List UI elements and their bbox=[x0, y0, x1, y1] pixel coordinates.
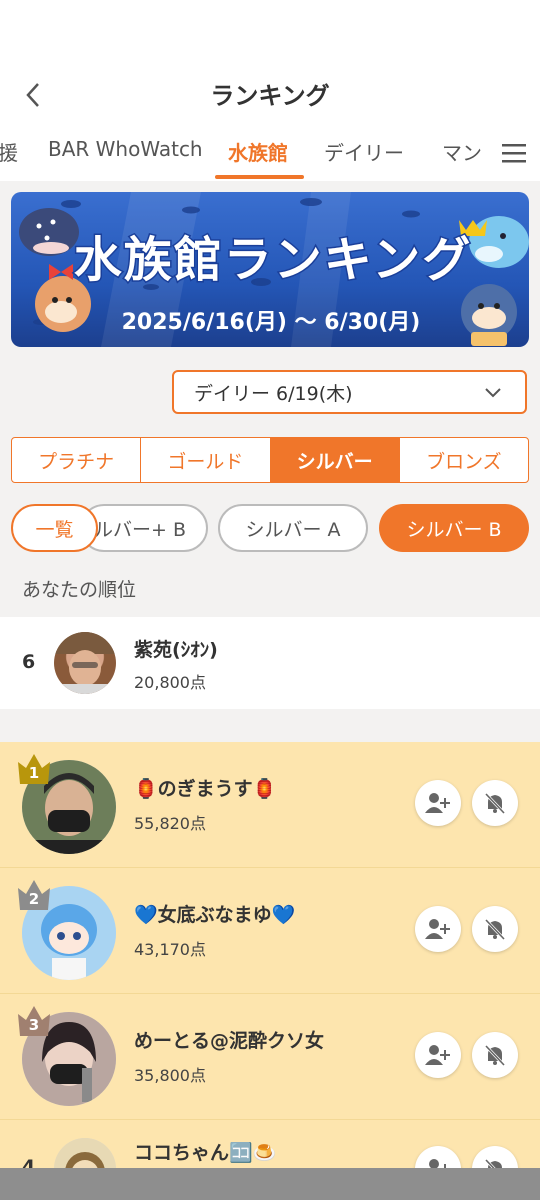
rank-crown-gold: 1 bbox=[16, 752, 52, 786]
tier-gold[interactable]: ゴールド bbox=[141, 438, 271, 482]
active-tab-indicator bbox=[215, 175, 304, 179]
event-banner[interactable]: 水族館ランキング 2025/6/16(月) 〜 6/30(月) bbox=[11, 192, 529, 347]
your-points: 20,800点 bbox=[134, 673, 206, 692]
your-name: 紫苑(ｼｵﾝ) bbox=[134, 639, 218, 661]
ranking-row[interactable]: 2 💙女底ぶなまゆ💙 43,170点 bbox=[0, 868, 540, 994]
banner-date-range: 2025/6/16(月) 〜 6/30(月) bbox=[121, 310, 421, 335]
user-points: 43,170点 bbox=[134, 940, 206, 959]
your-rank-row[interactable]: 6 紫苑(ｼｵﾝ) 20,800点 bbox=[0, 617, 540, 709]
ranking-row[interactable]: 1 🏮のぎまうす🏮 55,820点 bbox=[0, 742, 540, 868]
chip-silver-b-plus[interactable]: シルバー+ B bbox=[80, 504, 208, 552]
rank-number: 2 bbox=[28, 890, 40, 908]
chip-silver-b[interactable]: シルバー B bbox=[379, 504, 529, 552]
follow-button[interactable] bbox=[415, 906, 461, 952]
ranking-row[interactable]: 3 めーとる@泥酔クソ女 35,800点 bbox=[0, 994, 540, 1120]
app-header: ランキング bbox=[0, 0, 540, 125]
bell-off-icon bbox=[484, 918, 506, 941]
ranking-content: 水族館ランキング 2025/6/16(月) 〜 6/30(月) デイリー 6/1… bbox=[0, 181, 540, 1200]
mute-notification-button[interactable] bbox=[472, 780, 518, 826]
subtier-chips: シルバー+ B 一覧 シルバー A シルバー B bbox=[0, 504, 540, 554]
tier-bronze[interactable]: ブロンズ bbox=[400, 438, 528, 482]
date-select-value: デイリー 6/19(木) bbox=[194, 382, 353, 405]
user-name: ココちゃん🈁🍮 bbox=[134, 1142, 277, 1164]
tier-platinum[interactable]: プラチナ bbox=[12, 438, 142, 482]
your-rank-heading: あなたの順位 bbox=[22, 579, 137, 601]
avatar bbox=[54, 632, 116, 694]
rank-number: 3 bbox=[28, 1016, 40, 1034]
user-name: 💙女底ぶなまゆ💙 bbox=[134, 904, 296, 926]
user-name: 🏮のぎまうす🏮 bbox=[134, 778, 277, 800]
category-tabs: 援 BAR WhoWatch 水族館 デイリー マン bbox=[0, 125, 540, 181]
mute-notification-button[interactable] bbox=[472, 1032, 518, 1078]
tab-daily[interactable]: デイリー bbox=[324, 137, 404, 166]
mute-notification-button[interactable] bbox=[472, 906, 518, 952]
rank-number: 1 bbox=[28, 764, 40, 782]
tab-man[interactable]: マン bbox=[442, 137, 482, 166]
add-user-icon bbox=[425, 919, 450, 939]
banner-title: 水族館ランキング bbox=[72, 231, 473, 290]
tier-silver[interactable]: シルバー bbox=[270, 438, 400, 482]
hamburger-menu-icon bbox=[502, 144, 526, 163]
chip-silver-a[interactable]: シルバー A bbox=[218, 504, 368, 552]
menu-button[interactable] bbox=[488, 125, 540, 181]
tier-segmented-control: プラチナ ゴールド シルバー ブロンズ bbox=[11, 437, 529, 483]
tab-bar-whowatch[interactable]: BAR WhoWatch bbox=[48, 137, 203, 161]
system-navigation-bar bbox=[0, 1168, 540, 1200]
add-user-icon bbox=[425, 793, 450, 813]
add-user-icon bbox=[425, 1045, 450, 1065]
date-period-select[interactable]: デイリー 6/19(木) bbox=[172, 370, 527, 414]
follow-button[interactable] bbox=[415, 1032, 461, 1078]
bell-off-icon bbox=[484, 792, 506, 815]
tab-support[interactable]: 援 bbox=[0, 137, 18, 166]
follow-button[interactable] bbox=[415, 780, 461, 826]
chevron-down-icon bbox=[485, 388, 501, 398]
tab-aquarium[interactable]: 水族館 bbox=[228, 137, 288, 166]
page-title: ランキング bbox=[210, 82, 330, 110]
user-points: 35,800点 bbox=[134, 1066, 206, 1085]
user-points: 55,820点 bbox=[134, 814, 206, 833]
bell-off-icon bbox=[484, 1044, 506, 1067]
chip-list-all[interactable]: 一覧 bbox=[11, 504, 98, 552]
your-rank-number: 6 bbox=[22, 651, 36, 673]
rank-crown-silver: 2 bbox=[16, 878, 52, 912]
ranking-list: 1 🏮のぎまうす🏮 55,820点 2 💙女底ぶなまゆ💙 43,170点 3 め… bbox=[0, 742, 540, 1200]
rank-crown-bronze: 3 bbox=[16, 1004, 52, 1038]
user-name: めーとる@泥酔クソ女 bbox=[134, 1030, 325, 1052]
